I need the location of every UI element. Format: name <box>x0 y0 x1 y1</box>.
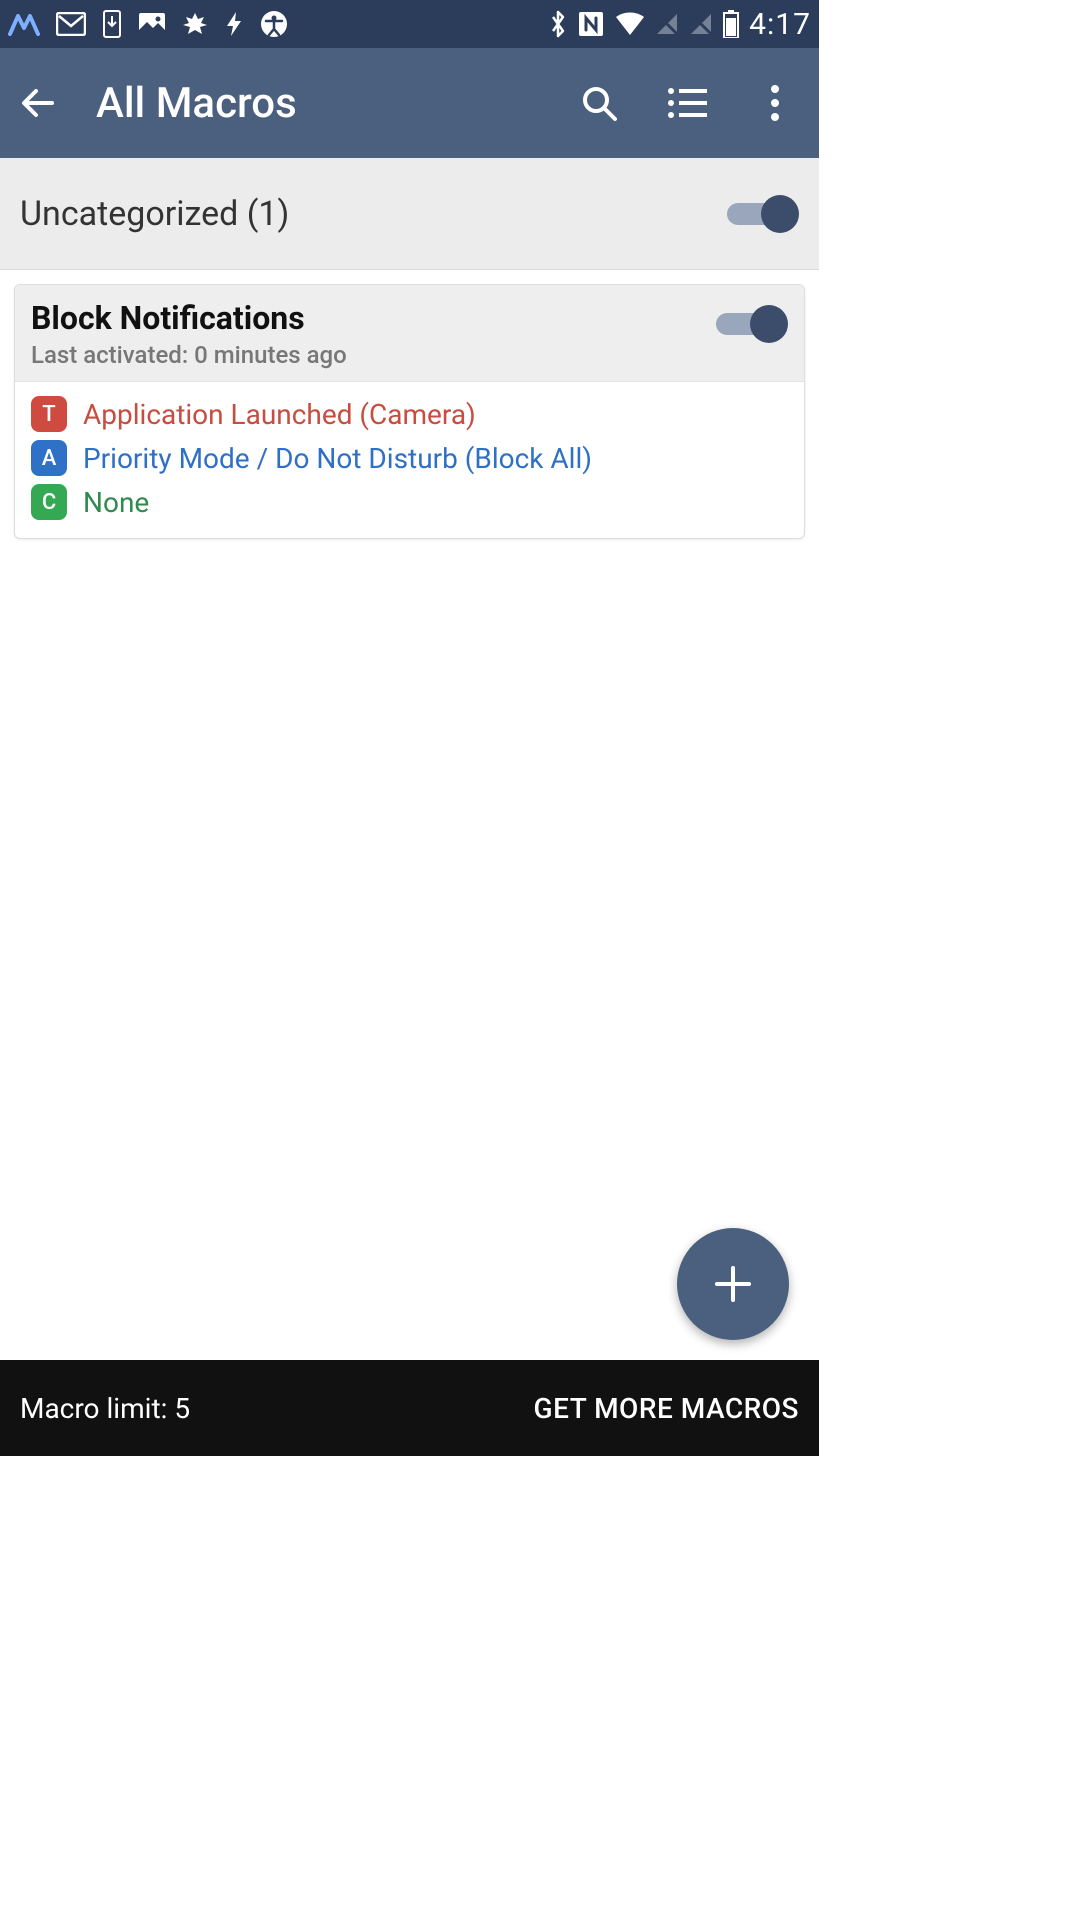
back-button[interactable] <box>16 81 60 125</box>
bolt-icon <box>224 10 244 38</box>
macro-card[interactable]: Block Notifications Last activated: 0 mi… <box>14 284 805 539</box>
page-title: All Macros <box>96 79 579 128</box>
mail-icon <box>56 12 86 36</box>
constraint-badge: C <box>31 484 67 520</box>
macro-toggle[interactable] <box>716 305 788 343</box>
leaf-icon <box>182 11 208 37</box>
macro-card-body: T Application Launched (Camera) A Priori… <box>15 382 804 538</box>
constraint-row[interactable]: C None <box>23 480 796 524</box>
trigger-text: Application Launched (Camera) <box>83 398 476 431</box>
content-area: Block Notifications Last activated: 0 mi… <box>0 270 819 539</box>
macro-title: Block Notifications <box>31 299 716 337</box>
signal-icon-off-1 <box>655 12 679 36</box>
category-toggle[interactable] <box>727 195 799 233</box>
more-vert-icon <box>770 84 780 122</box>
get-more-macros-button[interactable]: GET MORE MACROS <box>534 1392 799 1425</box>
status-time: 4:17 <box>749 7 811 42</box>
accessibility-icon <box>260 10 288 38</box>
add-macro-fab[interactable] <box>677 1228 789 1340</box>
app-toolbar: All Macros <box>0 48 819 158</box>
macro-card-header: Block Notifications Last activated: 0 mi… <box>15 285 804 382</box>
trigger-badge: T <box>31 396 67 432</box>
wifi-icon <box>615 12 645 36</box>
search-button[interactable] <box>579 83 619 123</box>
switch-thumb <box>750 305 788 343</box>
view-list-button[interactable] <box>667 83 707 123</box>
download-icon <box>102 10 122 38</box>
category-header[interactable]: Uncategorized (1) <box>0 158 819 270</box>
constraint-text: None <box>83 486 149 519</box>
overflow-menu-button[interactable] <box>755 83 795 123</box>
search-icon <box>579 83 619 123</box>
trigger-row[interactable]: T Application Launched (Camera) <box>23 392 796 436</box>
arrow-left-icon <box>18 83 58 123</box>
battery-icon <box>723 10 739 38</box>
signal-icon-off-2 <box>689 12 713 36</box>
bottom-bar: Macro limit: 5 GET MORE MACROS <box>0 1360 819 1456</box>
category-label: Uncategorized (1) <box>20 194 289 234</box>
image-icon <box>138 12 166 36</box>
bluetooth-icon <box>549 9 567 39</box>
action-badge: A <box>31 440 67 476</box>
status-bar: 4:17 <box>0 0 819 48</box>
action-text: Priority Mode / Do Not Disturb (Block Al… <box>83 442 592 475</box>
switch-thumb <box>761 195 799 233</box>
action-row[interactable]: A Priority Mode / Do Not Disturb (Block … <box>23 436 796 480</box>
macro-limit-label: Macro limit: 5 <box>20 1392 190 1425</box>
nfc-icon <box>577 10 605 38</box>
app-icon <box>8 12 40 36</box>
status-left-icons <box>8 10 288 38</box>
macro-subtitle: Last activated: 0 minutes ago <box>31 341 716 369</box>
plus-icon <box>711 1262 755 1306</box>
status-right-icons: 4:17 <box>549 7 811 42</box>
toolbar-actions <box>579 83 803 123</box>
list-icon <box>667 86 707 120</box>
